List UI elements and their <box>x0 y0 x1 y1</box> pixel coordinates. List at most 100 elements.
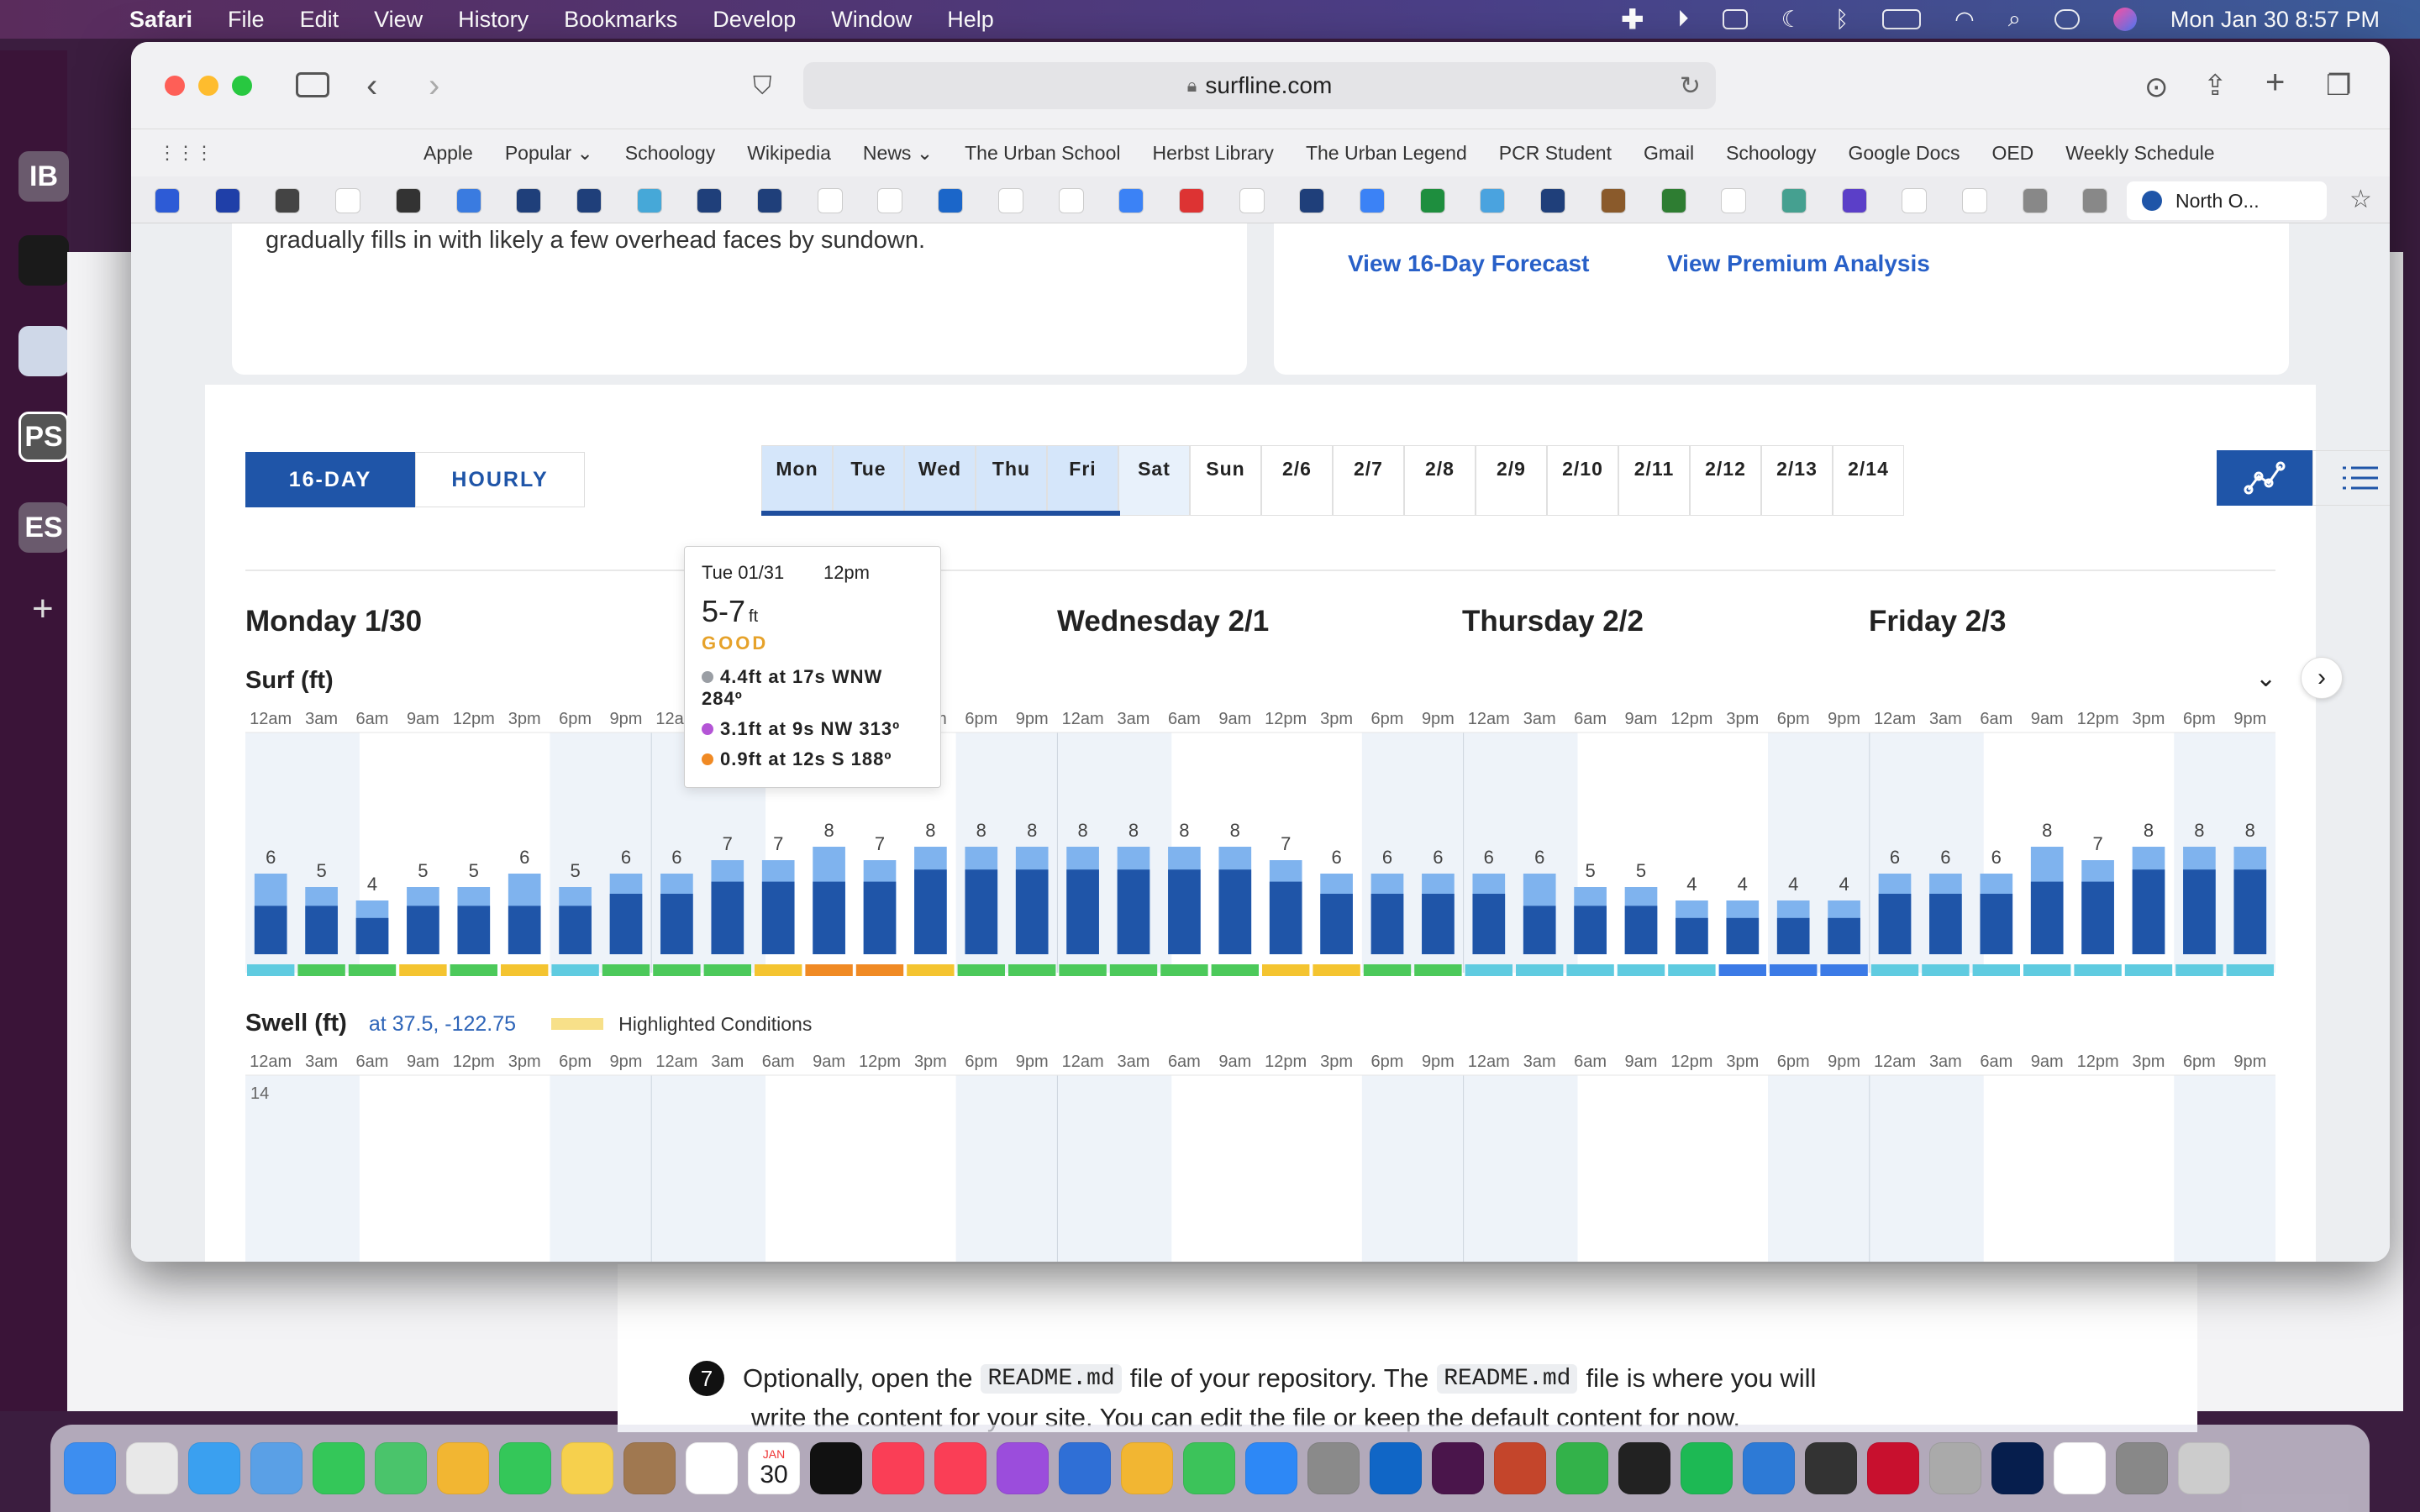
dock-app-icon[interactable] <box>250 1442 302 1494</box>
day-tab-sat[interactable]: Sat <box>1118 445 1190 516</box>
pinned-site-icon[interactable] <box>1178 188 1204 213</box>
dock-app-icon[interactable]: JAN 30 <box>748 1442 800 1494</box>
pinned-site-icon[interactable] <box>757 188 782 213</box>
favorite-weekly-schedule[interactable]: Weekly Schedule <box>2065 142 2214 165</box>
day-tab-sun[interactable]: Sun <box>1190 445 1261 516</box>
surf-bar-min[interactable] <box>1320 894 1353 954</box>
surf-bar-min[interactable] <box>1980 894 2013 954</box>
pinned-site-icon[interactable] <box>877 188 903 213</box>
day-tab-tue[interactable]: Tue <box>833 445 904 516</box>
menu-app-name[interactable]: Safari <box>129 7 192 33</box>
dock-app-icon[interactable] <box>1991 1442 2044 1494</box>
battery-icon[interactable] <box>1882 9 1922 29</box>
day-tab-thu[interactable]: Thu <box>976 445 1047 516</box>
pinned-site-icon[interactable] <box>1660 188 1686 213</box>
day-tab-2-9[interactable]: 2/9 <box>1476 445 1547 516</box>
workspace-ps[interactable]: PS <box>18 412 69 462</box>
chevron-down-icon[interactable]: ⌄ <box>2255 664 2276 693</box>
dock-app-icon[interactable] <box>64 1442 116 1494</box>
dock-app-icon[interactable] <box>1121 1442 1173 1494</box>
dock-app-icon[interactable] <box>1556 1442 1608 1494</box>
control-center-icon[interactable] <box>2054 9 2080 29</box>
pinned-site-icon[interactable] <box>1902 188 1928 213</box>
pinned-site-icon[interactable] <box>1540 188 1566 213</box>
dock-app-icon[interactable] <box>934 1442 986 1494</box>
dock-app-icon[interactable] <box>1494 1442 1546 1494</box>
workspace-ib[interactable]: IB <box>18 151 69 202</box>
pinned-site-icon[interactable] <box>395 188 421 213</box>
day-tab-2-13[interactable]: 2/13 <box>1761 445 1833 516</box>
dock-app-icon[interactable] <box>1183 1442 1235 1494</box>
new-tab-icon[interactable]: + <box>2265 64 2285 102</box>
view-16-day-forecast-link[interactable]: View 16-Day Forecast <box>1348 250 1589 277</box>
day-tab-2-6[interactable]: 2/6 <box>1261 445 1333 516</box>
16-day-toggle[interactable]: 16-DAY <box>245 452 415 507</box>
surf-bar-min[interactable] <box>1878 894 1912 954</box>
add-workspace-button[interactable]: + <box>32 588 54 630</box>
dock-app-icon[interactable] <box>997 1442 1049 1494</box>
surf-bar-min[interactable] <box>1523 906 1556 954</box>
pinned-site-icon[interactable] <box>155 188 180 213</box>
surf-bar-min[interactable] <box>813 881 845 954</box>
surf-chart[interactable]: 12am 3am 6am 9am 12pm 3pm 6pm 9pm 12am 3am 6am 9am 1… <box>245 702 2275 1005</box>
menu-window[interactable]: Window <box>831 7 912 33</box>
surf-bar-min[interactable] <box>254 906 287 954</box>
grid-icon[interactable]: ⋮⋮⋮ <box>158 142 213 164</box>
pinned-site-icon[interactable] <box>1118 188 1144 213</box>
shield-icon[interactable]: ⛉ <box>753 72 772 101</box>
graph-view-button[interactable] <box>2217 450 2312 506</box>
pinned-site-icon[interactable] <box>1239 188 1265 213</box>
surf-bar-min[interactable] <box>2030 881 2064 954</box>
dock-app-icon[interactable] <box>2116 1442 2168 1494</box>
surf-bar-min[interactable] <box>1370 894 1404 954</box>
pinned-site-icon[interactable] <box>1781 188 1807 213</box>
surf-bar-min[interactable] <box>965 869 998 954</box>
droplet-app-icon[interactable] <box>18 326 69 376</box>
dock-app-icon[interactable] <box>188 1442 240 1494</box>
surf-bar-min[interactable] <box>1218 869 1252 954</box>
pinned-site-icon[interactable] <box>335 188 361 213</box>
surf-bar-min[interactable] <box>2132 869 2165 954</box>
menu-edit[interactable]: Edit <box>300 7 339 33</box>
pinned-site-icon[interactable] <box>1600 188 1626 213</box>
surf-bar-min[interactable] <box>2183 869 2216 954</box>
dock-app-icon[interactable] <box>1805 1442 1857 1494</box>
chevron-right-icon[interactable]: › <box>2301 657 2343 699</box>
menu-bookmarks[interactable]: Bookmarks <box>564 7 677 33</box>
surf-bar-min[interactable] <box>609 894 643 954</box>
surf-bar-min[interactable] <box>2233 869 2267 954</box>
surf-bar-min[interactable] <box>407 906 439 954</box>
favorite-wikipedia[interactable]: Wikipedia <box>747 142 831 165</box>
favorite-urban-school[interactable]: The Urban School <box>965 142 1120 165</box>
dock-app-icon[interactable] <box>1059 1442 1111 1494</box>
surf-bar-min[interactable] <box>305 906 338 954</box>
hourly-toggle[interactable]: HOURLY <box>415 452 585 507</box>
sidebar-toggle-icon[interactable] <box>296 72 329 97</box>
zoom-window-button[interactable] <box>232 76 252 96</box>
pinned-site-icon[interactable] <box>2082 188 2108 213</box>
dock-app-icon[interactable] <box>1681 1442 1733 1494</box>
swell-chart[interactable]: 12am 3am 6am 9am 12pm 3pm 6pm 9pm 12am 3am 6am 9am 1… <box>245 1045 2275 1262</box>
siri-icon[interactable] <box>2112 8 2137 31</box>
dock-app-icon[interactable] <box>1245 1442 1297 1494</box>
dock-app-icon[interactable] <box>499 1442 551 1494</box>
list-view-button[interactable] <box>2312 450 2390 506</box>
surf-bar-min[interactable] <box>1776 917 1810 954</box>
pinned-site-icon[interactable] <box>1962 188 1987 213</box>
menu-help[interactable]: Help <box>947 7 994 33</box>
surf-bar-min[interactable] <box>1015 869 1049 954</box>
menu-develop[interactable]: Develop <box>713 7 796 33</box>
day-tab-2-10[interactable]: 2/10 <box>1547 445 1618 516</box>
dock-app-icon[interactable] <box>2054 1442 2106 1494</box>
star-icon[interactable]: ☆ <box>2349 185 2372 214</box>
pinned-site-icon[interactable] <box>1841 188 1867 213</box>
day-tab-wed[interactable]: Wed <box>904 445 976 516</box>
reload-icon[interactable]: ↻ <box>1680 71 1701 101</box>
download-icon[interactable]: ⊙ <box>2144 71 2169 104</box>
slack-app-icon[interactable] <box>18 235 69 286</box>
pinned-site-icon[interactable] <box>697 188 723 213</box>
menu-file[interactable]: File <box>228 7 265 33</box>
pinned-site-icon[interactable] <box>516 188 542 213</box>
back-icon[interactable]: ‹ <box>366 67 377 105</box>
surf-bar-min[interactable] <box>1269 881 1302 954</box>
